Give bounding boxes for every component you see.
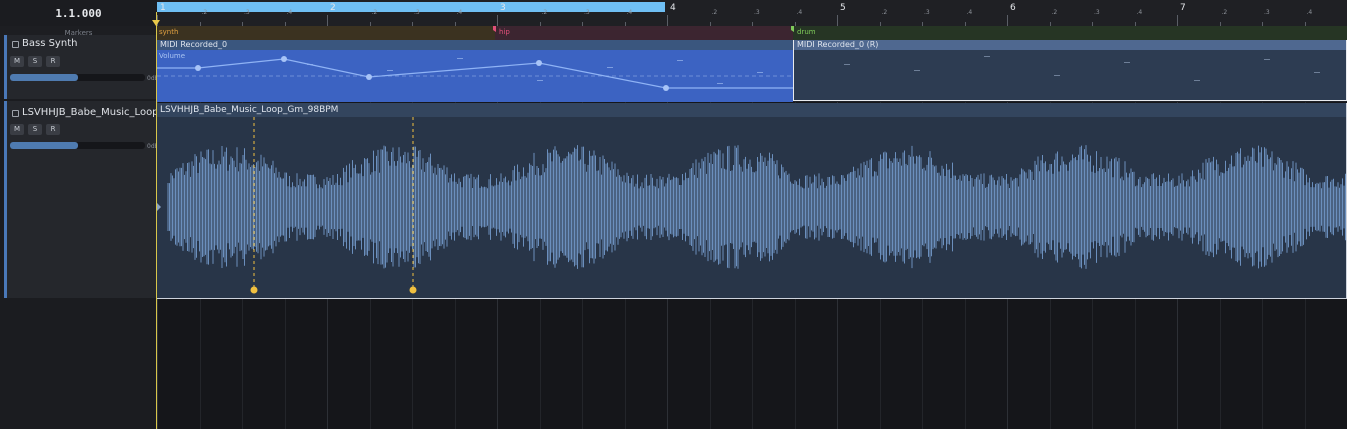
marker-flag-icon <box>493 26 496 32</box>
record-arm-button[interactable]: R <box>46 56 60 67</box>
playhead-line[interactable] <box>156 12 157 429</box>
ruler-beat-label: .4 <box>456 9 463 16</box>
mute-button[interactable]: M <box>10 124 24 135</box>
track-name[interactable]: Bass Synth <box>22 38 77 49</box>
track-lane-audio-loop[interactable]: LSVHHJB_Babe_Music_Loop_Gm_98BPM <box>157 103 1347 299</box>
automation-lane[interactable] <box>157 50 793 102</box>
ruler-beat-label: .2 <box>1051 9 1058 16</box>
ruler-beat-label: .3 <box>414 9 420 16</box>
audio-clip[interactable]: LSVHHJB_Babe_Music_Loop_Gm_98BPM <box>157 103 1347 299</box>
ruler-bar-number: 3 <box>500 3 506 13</box>
volume-slider[interactable] <box>10 74 145 81</box>
automation-point <box>663 85 669 91</box>
midi-clip[interactable]: MIDI Recorded_0 Volume <box>157 40 793 102</box>
track-header-audio-loop[interactable]: LSVHHJB_Babe_Music_Loop_Gm_98BPM M S R 0… <box>4 101 220 298</box>
ruler-beat-label: .2 <box>711 9 718 16</box>
ruler-beat-label: .3 <box>754 9 760 16</box>
midi-notes <box>844 56 1320 81</box>
ruler-beat-label: .4 <box>796 9 803 16</box>
ruler-beat-label: .3 <box>924 9 930 16</box>
ruler-beat-label: .2 <box>201 9 208 16</box>
position-display[interactable]: 1.1.000 <box>0 0 157 27</box>
solo-button[interactable]: S <box>28 56 42 67</box>
automation-point <box>536 60 542 66</box>
ruler-bar-number: 2 <box>330 3 336 13</box>
track-color-stripe <box>4 101 7 298</box>
marker-flags <box>493 26 794 32</box>
ruler-beat-label: .2 <box>881 9 888 16</box>
automation-point <box>281 56 287 62</box>
volume-slider-fill <box>10 74 78 81</box>
track-header-panel: 1.1.000 Markers Bass Synth M S R 0dB LSV… <box>0 0 220 429</box>
ruler-beat-label: .2 <box>371 9 378 16</box>
clip-title: MIDI Recorded_0 (R) <box>794 40 1346 50</box>
ruler-bar-number: 5 <box>840 3 846 13</box>
track-color-square-icon[interactable] <box>12 110 19 117</box>
solo-button[interactable]: S <box>28 124 42 135</box>
ruler-beat-label: .4 <box>626 9 633 16</box>
mute-button[interactable]: M <box>10 56 24 67</box>
midi-clip-selected[interactable]: MIDI Recorded_0 (R) <box>793 40 1347 101</box>
ruler-beat-label: .3 <box>244 9 250 16</box>
playhead-marker-icon[interactable] <box>152 20 160 26</box>
track-color-stripe <box>4 35 7 99</box>
automation-point <box>366 74 372 80</box>
arrangement-area[interactable]: MIDI Recorded_0 Volume MIDI Recorded_0 (… <box>157 40 1347 429</box>
track-color-square-icon[interactable] <box>12 41 19 48</box>
ruler-beat-label: .4 <box>1306 9 1313 16</box>
volume-slider[interactable] <box>10 142 145 149</box>
ruler-bar-number: 4 <box>670 3 676 13</box>
record-arm-button[interactable]: R <box>46 124 60 135</box>
ruler-beat-label: .4 <box>966 9 973 16</box>
ruler-beat-label: .4 <box>1136 9 1143 16</box>
ruler-beat-label: .2 <box>1221 9 1228 16</box>
track-header-bass-synth[interactable]: Bass Synth M S R 0dB <box>4 35 159 99</box>
marker-flag-icon <box>791 26 794 32</box>
stretch-markers <box>157 117 417 294</box>
automation-point <box>195 65 201 71</box>
stretch-marker-handle <box>409 286 417 294</box>
ruler-bar-number: 6 <box>1010 3 1016 13</box>
volume-slider-fill <box>10 142 78 149</box>
stretch-marker-handle <box>250 286 258 294</box>
ruler-beat-label: .4 <box>286 9 293 16</box>
timeline-ruler[interactable]: 1 .2 .3 .4 2 .2 .3 .4 3 .2 .3 .4 4 .2 .3 .4 5 .2 .3 .4 6 .2 .3… <box>157 0 1347 27</box>
ruler-beat-label: .3 <box>584 9 590 16</box>
track-lane-bass-synth[interactable]: MIDI Recorded_0 Volume MIDI Recorded_0 (… <box>157 40 1347 102</box>
ruler-bar-number: 7 <box>1180 3 1186 13</box>
ruler-beat-label: .3 <box>1264 9 1270 16</box>
ruler-beat-label: .3 <box>1094 9 1100 16</box>
markers-lane[interactable]: synth hip drum <box>157 26 1347 40</box>
ruler-bar-number: 1 <box>160 3 166 13</box>
ruler-beat-label: .2 <box>541 9 548 16</box>
clip-title: MIDI Recorded_0 <box>157 40 793 50</box>
